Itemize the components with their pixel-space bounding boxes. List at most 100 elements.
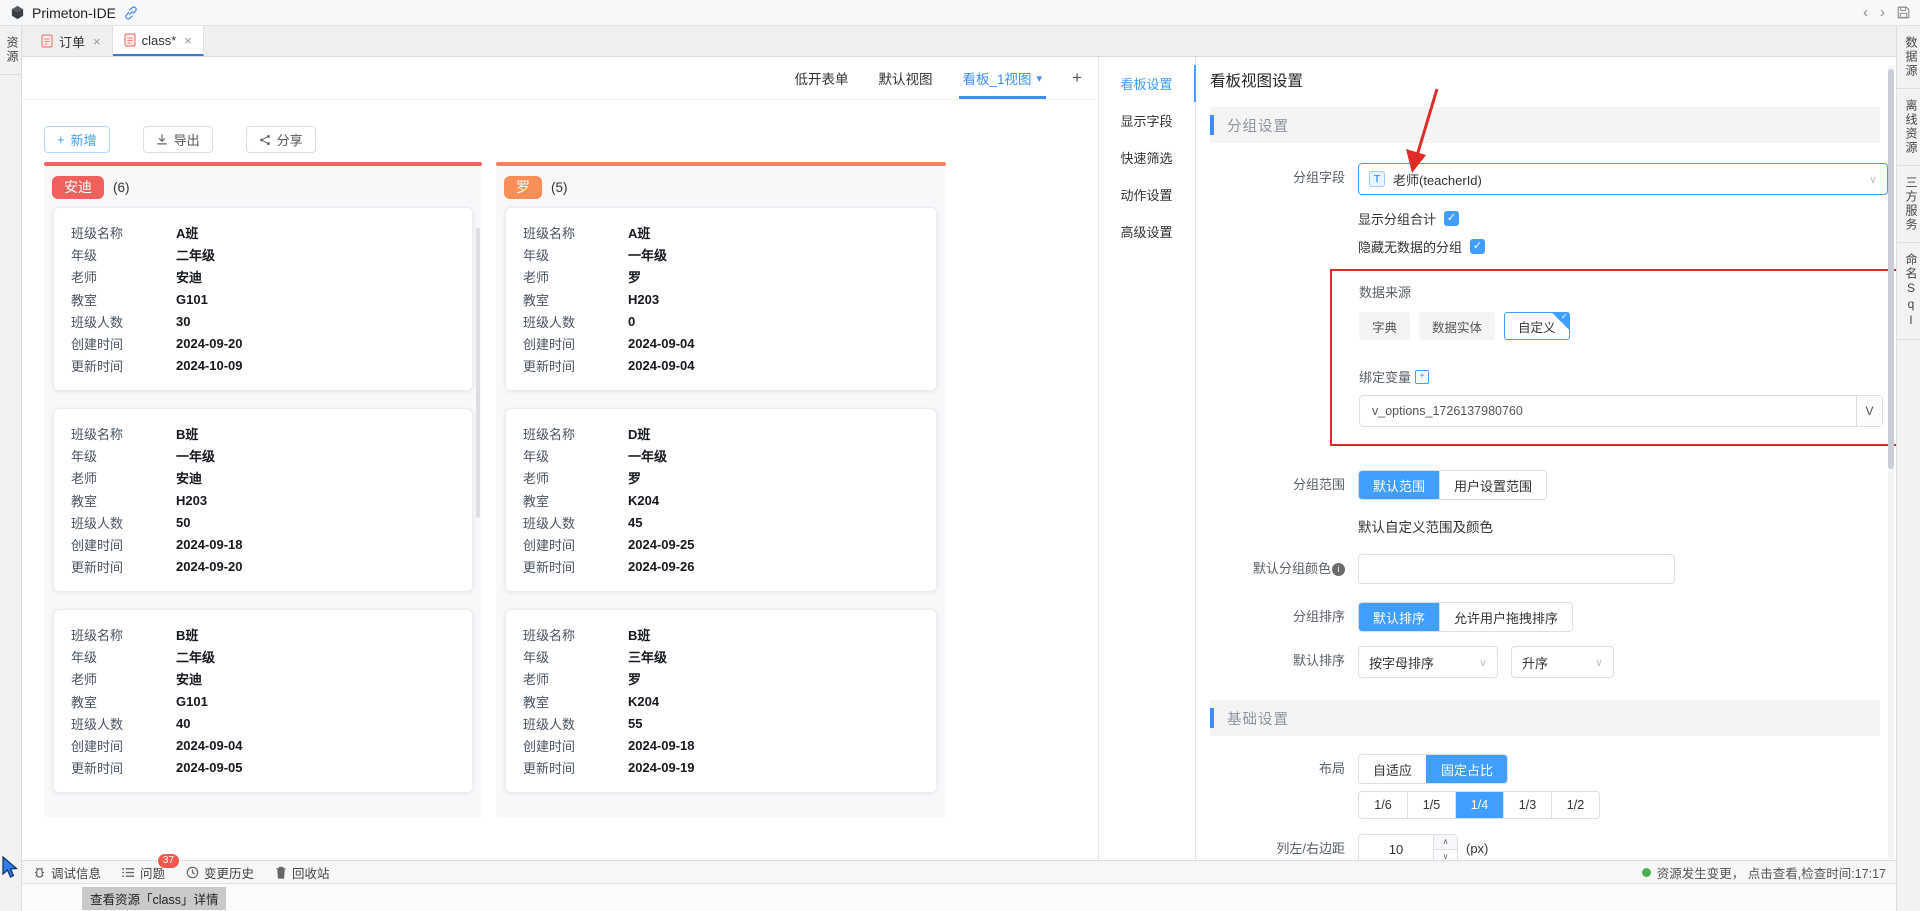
view-tab-lowcode-form[interactable]: 低开表单 <box>795 57 849 99</box>
field-value: 2024-09-19 <box>628 760 695 775</box>
ratio-option-1-6[interactable]: 1/6 <box>1359 792 1407 818</box>
link-icon[interactable] <box>123 5 139 21</box>
kanban-card[interactable]: 班级名称D班 年级一年级 老师罗 教室K204 班级人数45 创建时间2024-… <box>505 408 937 592</box>
share-button[interactable]: 分享 <box>246 126 316 153</box>
group-field-select[interactable]: T 老师(teacherId) ∨ <box>1358 163 1888 195</box>
sidebar-item-datasource[interactable]: 数据源 <box>1897 26 1920 89</box>
save-icon[interactable] <box>1897 6 1910 19</box>
kanban-card[interactable]: 班级名称B班 年级三年级 老师罗 教室K204 班级人数55 创建时间2024-… <box>505 609 937 793</box>
ratio-option-1-5[interactable]: 1/5 <box>1407 792 1455 818</box>
settings-nav-display-fields[interactable]: 显示字段 <box>1099 102 1196 139</box>
recycle-bin-button[interactable]: 回收站 <box>275 863 330 882</box>
field-value: D班 <box>628 424 650 443</box>
ratio-option-1-3[interactable]: 1/3 <box>1503 792 1551 818</box>
tooltip-text: 查看资源「class」详情 <box>82 887 226 910</box>
sort-by-select[interactable]: 按字母排序 ∨ <box>1358 646 1498 678</box>
nav-back-icon[interactable]: ‹ <box>1863 5 1868 20</box>
close-icon[interactable]: × <box>93 34 101 49</box>
field-label: 老师 <box>71 468 176 487</box>
field-label: 教室 <box>71 491 176 510</box>
field-label: 更新时间 <box>523 758 628 777</box>
active-view-label: 看板_1视图 <box>963 68 1032 88</box>
add-variable-icon[interactable]: + <box>1415 370 1429 384</box>
field-label: 更新时间 <box>523 557 628 576</box>
show-group-total-checkbox[interactable]: ✓ <box>1444 211 1459 226</box>
field-label: 老师 <box>71 267 176 286</box>
settings-nav-actions[interactable]: 动作设置 <box>1099 176 1196 213</box>
group-badge[interactable]: 罗 <box>504 176 542 199</box>
sort-direction-select[interactable]: 升序 ∨ <box>1511 646 1614 678</box>
layout-option-fixed[interactable]: 固定占比 <box>1426 755 1507 783</box>
nav-forward-icon[interactable]: › <box>1880 5 1885 20</box>
field-value: 30 <box>176 314 190 329</box>
field-label: 老师 <box>523 669 628 688</box>
settings-nav-kanban[interactable]: 看板设置 <box>1099 65 1196 102</box>
field-value: 50 <box>176 515 190 530</box>
view-tab-default-view[interactable]: 默认视图 <box>879 57 933 99</box>
close-icon[interactable]: × <box>184 33 192 48</box>
resource-change-status[interactable]: 资源发生变更， 点击查看,检查时间:17:17 <box>1642 863 1886 882</box>
stepper-up-icon[interactable]: ∧ <box>1434 835 1457 850</box>
data-source-option-custom[interactable]: 自定义 ✓ <box>1504 312 1570 340</box>
chevron-down-icon[interactable]: ▾ <box>1037 72 1043 85</box>
data-source-option-dict[interactable]: 字典 <box>1359 312 1410 340</box>
sidebar-item-named-sql[interactable]: 命名Sql <box>1897 243 1920 340</box>
kanban-card[interactable]: 班级名称B班 年级二年级 老师安迪 教室G101 班级人数40 创建时间2024… <box>53 609 473 793</box>
data-source-option-entity[interactable]: 数据实体 <box>1419 312 1495 340</box>
kanban-card[interactable]: 班级名称B班 年级一年级 老师安迪 教室H203 班级人数50 创建时间2024… <box>53 408 473 592</box>
variable-suffix-button[interactable]: V <box>1856 396 1882 426</box>
add-record-button[interactable]: + 新增 <box>44 126 110 153</box>
info-icon[interactable]: i <box>1332 563 1345 576</box>
sidebar-item-resources[interactable]: 资源 <box>0 26 21 75</box>
scope-option-default[interactable]: 默认范围 <box>1359 471 1439 499</box>
hide-empty-group-checkbox[interactable]: ✓ <box>1470 239 1485 254</box>
view-tab-kanban-view[interactable]: 看板_1视图 ▾ <box>963 57 1043 99</box>
settings-panel-title: 看板视图设置 <box>1210 69 1896 91</box>
scrollbar-thumb[interactable] <box>1888 69 1894 469</box>
debug-label: 调试信息 <box>51 863 101 882</box>
debug-info-button[interactable]: 调试信息 <box>33 863 101 882</box>
change-history-button[interactable]: 变更历史 <box>186 863 254 882</box>
kanban-card[interactable]: 班级名称A班 年级一年级 老师罗 教室H203 班级人数0 创建时间2024-0… <box>505 207 937 391</box>
button-label: 分享 <box>277 130 303 149</box>
kanban-card[interactable]: 班级名称A班 年级二年级 老师安迪 教室G101 班级人数30 创建时间2024… <box>53 207 473 391</box>
field-label: 教室 <box>523 692 628 711</box>
export-button[interactable]: 导出 <box>143 126 213 153</box>
sort-option-default[interactable]: 默认排序 <box>1359 603 1439 631</box>
field-value: 罗 <box>628 267 641 286</box>
column-margin-label: 列左/右边距 <box>1210 834 1345 860</box>
tab-orders[interactable]: 订单 × <box>30 26 113 56</box>
ratio-option-1-4[interactable]: 1/4 <box>1455 792 1503 818</box>
field-value: 2024-09-04 <box>628 358 695 373</box>
field-label: 更新时间 <box>71 758 176 777</box>
tab-class[interactable]: class* × <box>113 26 204 56</box>
default-group-color-input[interactable] <box>1358 554 1675 584</box>
section-group-settings: 分组设置 <box>1210 107 1880 143</box>
settings-nav-advanced[interactable]: 高级设置 <box>1099 213 1196 250</box>
scope-option-user[interactable]: 用户设置范围 <box>1439 471 1546 499</box>
section-title: 基础设置 <box>1227 708 1289 729</box>
field-value: 2024-09-05 <box>176 760 243 775</box>
group-badge[interactable]: 安迪 <box>52 176 104 199</box>
group-count: (5) <box>551 180 568 195</box>
field-value: A班 <box>628 223 650 242</box>
sidebar-item-offline-resources[interactable]: 离线资源 <box>1897 89 1920 166</box>
field-value: 40 <box>176 716 190 731</box>
layout-option-adaptive[interactable]: 自适应 <box>1359 755 1426 783</box>
sort-option-drag[interactable]: 允许用户拖拽排序 <box>1439 603 1572 631</box>
add-view-button[interactable]: + <box>1072 68 1082 88</box>
bottom-strip: 查看资源「class」详情 <box>22 884 1896 911</box>
field-label: 班级名称 <box>523 223 628 242</box>
bind-variable-input[interactable]: v_options_1726137980760 V <box>1359 395 1883 427</box>
field-label: 班级名称 <box>71 625 176 644</box>
stepper-down-icon[interactable]: ∨ <box>1434 850 1457 861</box>
settings-nav-quick-filter[interactable]: 快速筛选 <box>1099 139 1196 176</box>
column-margin-stepper[interactable]: 10 ∧ ∨ <box>1358 834 1458 860</box>
sidebar-item-third-party[interactable]: 三方服务 <box>1897 166 1920 243</box>
field-label: 班级名称 <box>523 424 628 443</box>
column-scrollbar[interactable] <box>476 228 480 518</box>
ratio-option-1-2[interactable]: 1/2 <box>1551 792 1599 818</box>
issues-button[interactable]: 问题 37 <box>122 863 165 882</box>
field-value: 二年级 <box>176 647 215 666</box>
field-value: 一年级 <box>628 446 667 465</box>
